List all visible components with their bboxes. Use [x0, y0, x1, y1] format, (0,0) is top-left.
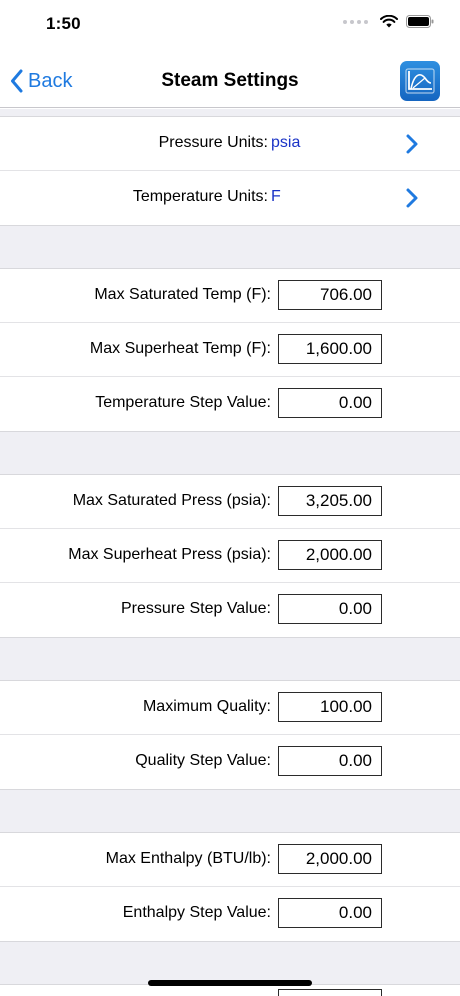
max-superheat-press-row: Max Superheat Press (psia): [0, 529, 460, 583]
chevron-right-icon [406, 188, 418, 208]
section-separator [0, 225, 460, 269]
pressure-units-label: Pressure Units: [158, 134, 268, 151]
max-superheat-temp-row: Max Superheat Temp (F): [0, 323, 460, 377]
quality-step-label: Quality Step Value: [135, 752, 271, 769]
enthalpy-step-label: Enthalpy Step Value: [122, 904, 271, 921]
pressure-step-label: Pressure Step Value: [120, 600, 271, 617]
status-bar: 1:50 [0, 0, 460, 52]
navigation-bar: Back Steam Settings [0, 52, 460, 108]
temperature-step-row: Temperature Step Value: [0, 377, 460, 431]
max-saturated-temp-row: Max Saturated Temp (F): [0, 269, 460, 323]
temperature-units-row[interactable]: Temperature Units: F [0, 171, 460, 225]
temperature-units-value: F [271, 188, 281, 205]
section-separator [0, 941, 460, 985]
max-superheat-temp-label: Max Superheat Temp (F): [89, 340, 271, 357]
max-superheat-press-label: Max Superheat Press (psia): [68, 546, 271, 563]
max-superheat-press-input[interactable] [278, 540, 382, 570]
temperature-step-input[interactable] [278, 388, 382, 418]
max-superheat-temp-input[interactable] [278, 334, 382, 364]
max-saturated-temp-input[interactable] [278, 280, 382, 310]
settings-list: Pressure Units: psia Temperature Units: … [0, 109, 460, 985]
battery-icon [406, 15, 434, 28]
pressure-units-value: psia [271, 134, 301, 151]
maximum-quality-row: Maximum Quality: [0, 681, 460, 735]
quality-step-row: Quality Step Value: [0, 735, 460, 789]
max-enthalpy-row: Max Enthalpy (BTU/lb): [0, 833, 460, 887]
curve-chart-icon[interactable] [400, 61, 440, 101]
home-indicator[interactable] [148, 980, 312, 986]
temperature-units-label: Temperature Units: [132, 188, 268, 205]
section-separator [0, 109, 460, 117]
maximum-quality-input[interactable] [278, 692, 382, 722]
pressure-step-row: Pressure Step Value: [0, 583, 460, 637]
max-saturated-press-row: Max Saturated Press (psia): [0, 475, 460, 529]
enthalpy-step-row: Enthalpy Step Value: [0, 887, 460, 941]
page-title: Steam Settings [161, 70, 299, 91]
section-separator [0, 789, 460, 833]
max-saturated-press-input[interactable] [278, 486, 382, 516]
status-time: 1:50 [46, 14, 81, 33]
section-separator [0, 637, 460, 681]
signal-dots-icon [343, 19, 368, 24]
temperature-step-label: Temperature Step Value: [95, 394, 271, 411]
maximum-quality-label: Maximum Quality: [142, 698, 271, 715]
max-saturated-press-label: Max Saturated Press (psia): [72, 492, 271, 509]
enthalpy-step-input[interactable] [278, 898, 382, 928]
wifi-icon [380, 15, 398, 28]
next-field-input[interactable] [278, 989, 382, 996]
pressure-step-input[interactable] [278, 594, 382, 624]
pressure-units-row[interactable]: Pressure Units: psia [0, 117, 460, 171]
status-icons [343, 15, 434, 28]
max-enthalpy-input[interactable] [278, 844, 382, 874]
section-separator [0, 431, 460, 475]
max-saturated-temp-label: Max Saturated Temp (F): [94, 286, 271, 303]
quality-step-input[interactable] [278, 746, 382, 776]
chevron-right-icon [406, 134, 418, 154]
max-enthalpy-label: Max Enthalpy (BTU/lb): [105, 850, 271, 867]
